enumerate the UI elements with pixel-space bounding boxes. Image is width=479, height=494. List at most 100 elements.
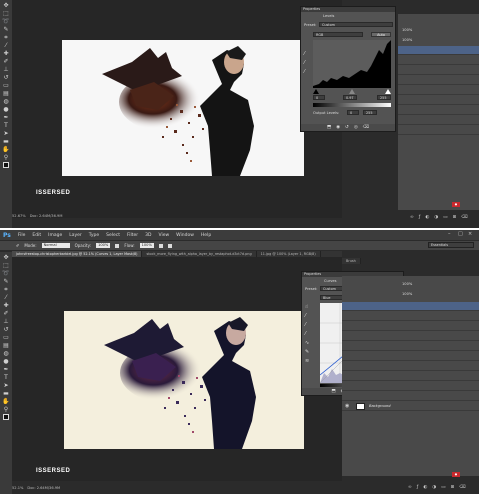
menu-help[interactable]: Help <box>201 233 211 238</box>
folder-icon[interactable]: ▭ <box>441 485 445 490</box>
opacity-value-2[interactable]: 100% <box>402 292 412 296</box>
zoom-level[interactable]: 52.67% <box>12 214 26 218</box>
reset-icon[interactable]: ↺ <box>345 125 349 130</box>
menu-select[interactable]: Select <box>106 233 120 238</box>
zoom-level[interactable]: 52.1% <box>12 486 23 490</box>
mask-icon[interactable]: ◐ <box>423 485 427 490</box>
airbrush-icon[interactable] <box>158 243 163 248</box>
marquee-icon[interactable]: ⬚ <box>2 262 10 269</box>
eyedropper-icon[interactable]: ⁄ <box>2 294 10 301</box>
healing-icon[interactable]: ✚ <box>2 302 10 309</box>
layer-row[interactable] <box>398 126 479 135</box>
stamp-icon[interactable]: ⊥ <box>2 318 10 325</box>
adjustment-icon[interactable]: ◑ <box>432 485 436 490</box>
eraser-icon[interactable]: ▭ <box>2 334 10 341</box>
shape-icon[interactable]: ▬ <box>2 138 10 145</box>
brush-icon[interactable]: ✐ <box>2 58 10 65</box>
layer-visibility-icon[interactable]: ◉ <box>345 403 349 409</box>
shape-icon[interactable]: ▬ <box>2 390 10 397</box>
zoom-icon[interactable]: ⚲ <box>2 154 10 161</box>
pen-icon[interactable]: ✒ <box>2 366 10 373</box>
layer-row[interactable] <box>398 76 479 85</box>
stamp-icon[interactable]: ⊥ <box>2 66 10 73</box>
hand-icon[interactable]: ✋ <box>2 398 10 405</box>
marquee-icon[interactable]: ⬚ <box>2 10 10 17</box>
input-slider[interactable] <box>313 89 391 94</box>
mode-select[interactable]: Normal <box>41 243 70 248</box>
gray-point-eyedropper-icon[interactable]: ⁄ <box>304 60 305 66</box>
menu-image[interactable]: Image <box>48 233 62 238</box>
folder-icon[interactable]: ▭ <box>443 215 447 220</box>
menu-window[interactable]: Window <box>176 233 194 238</box>
layer-row[interactable] <box>398 66 479 75</box>
opacity-field[interactable]: 100% <box>96 243 111 248</box>
gray-point-eyedropper-icon[interactable]: ⁄ <box>305 322 309 328</box>
input-black[interactable]: 0 <box>313 95 325 100</box>
curve-edit-icon[interactable]: ∿ <box>305 340 309 346</box>
adjustment-icon[interactable]: ◑ <box>434 215 438 220</box>
opacity-value-1[interactable]: 100% <box>402 282 412 286</box>
eraser-icon[interactable]: ▭ <box>2 82 10 89</box>
black-point-eyedropper-icon[interactable]: ⁄ <box>304 51 305 57</box>
fx-icon[interactable]: ƒ <box>419 215 421 220</box>
layer-row[interactable] <box>342 372 479 381</box>
dodge-icon[interactable]: ● <box>2 358 10 365</box>
delete-icon[interactable]: ⌫ <box>461 215 467 220</box>
path-select-icon[interactable]: ➤ <box>2 130 10 137</box>
new-layer-icon[interactable]: ⊞ <box>452 215 456 220</box>
workspace-select[interactable]: Essentials <box>428 242 474 248</box>
input-gamma[interactable]: 0.97 <box>343 95 357 100</box>
eyedropper-icon[interactable]: ⁄ <box>2 42 10 49</box>
gradient-icon[interactable]: ▤ <box>2 90 10 97</box>
hand-icon[interactable]: ✋ <box>2 146 10 153</box>
menu-view[interactable]: View <box>158 233 169 238</box>
layer-row[interactable] <box>398 106 479 115</box>
blur-icon[interactable]: ◍ <box>2 98 10 105</box>
flow-field[interactable]: 100% <box>139 243 154 248</box>
zoom-icon[interactable]: ⚲ <box>2 406 10 413</box>
input-white[interactable]: 255 <box>377 95 391 100</box>
blur-icon[interactable]: ◍ <box>2 350 10 357</box>
lasso-icon[interactable]: ➰ <box>2 18 10 25</box>
menu-3d[interactable]: 3D <box>145 233 151 238</box>
output-white[interactable]: 255 <box>363 110 377 115</box>
tab-brush[interactable]: Brush <box>342 258 361 264</box>
menu-file[interactable]: File <box>18 233 26 238</box>
opacity-value-2[interactable]: 100% <box>402 38 412 42</box>
layer-row[interactable] <box>342 312 479 321</box>
clip-icon[interactable]: ⬒ <box>331 389 335 394</box>
channel-select[interactable]: RGB <box>313 32 363 37</box>
history-brush-icon[interactable]: ↺ <box>2 326 10 333</box>
pressure-opacity-icon[interactable] <box>115 243 120 248</box>
gradient-icon[interactable]: ▤ <box>2 342 10 349</box>
link-icon[interactable]: ∞ <box>408 485 412 490</box>
layer-row[interactable] <box>342 352 479 361</box>
visibility-icon[interactable]: ◎ <box>354 125 358 130</box>
maximize-icon[interactable]: □ <box>458 232 463 237</box>
quick-select-icon[interactable]: ✎ <box>2 26 10 33</box>
crop-icon[interactable]: ⌗ <box>2 34 10 41</box>
layer-row-selected[interactable] <box>342 302 479 311</box>
preset-select[interactable]: Custom <box>319 22 393 27</box>
history-brush-icon[interactable]: ↺ <box>2 74 10 81</box>
layer-row[interactable] <box>342 322 479 331</box>
eye-icon[interactable]: ◉ <box>336 125 340 130</box>
healing-icon[interactable]: ✚ <box>2 50 10 57</box>
layer-row[interactable] <box>398 86 479 95</box>
output-black[interactable]: 0 <box>347 110 359 115</box>
black-point-eyedropper-icon[interactable]: ⁄ <box>305 313 309 319</box>
new-layer-icon[interactable]: ⊞ <box>450 485 454 490</box>
menu-edit[interactable]: Edit <box>32 233 41 238</box>
pen-icon[interactable]: ✒ <box>2 114 10 121</box>
move-icon[interactable]: ✥ <box>2 254 10 261</box>
white-point-eyedropper-icon[interactable]: ⁄ <box>304 69 305 75</box>
target-adjust-icon[interactable]: ☝ <box>305 304 309 310</box>
layer-row[interactable] <box>342 332 479 341</box>
layer-row[interactable] <box>342 342 479 351</box>
white-point-eyedropper-icon[interactable]: ⁄ <box>305 331 309 337</box>
dodge-icon[interactable]: ● <box>2 106 10 113</box>
clip-icon[interactable]: ⬒ <box>327 125 331 130</box>
trash-icon[interactable]: ⌫ <box>363 125 369 130</box>
type-icon[interactable]: T <box>2 374 10 381</box>
auto-button[interactable]: Auto <box>371 32 391 37</box>
